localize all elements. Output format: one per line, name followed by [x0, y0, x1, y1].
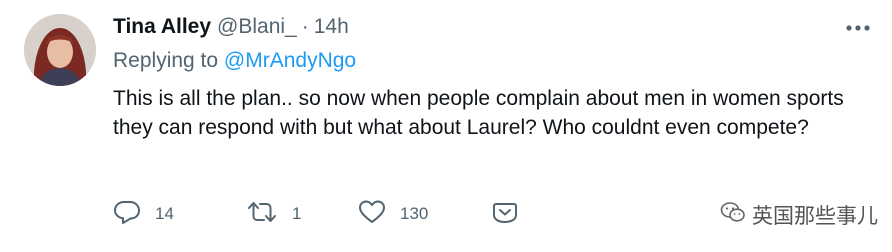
more-horizontal-icon[interactable] [844, 18, 872, 38]
timestamp[interactable]: 14h [314, 15, 349, 39]
wechat-icon [720, 200, 746, 230]
retweet-icon [246, 200, 278, 229]
watermark-text: 英国那些事儿 [752, 205, 878, 228]
author-handle[interactable]: @Blani_ [217, 15, 297, 39]
tweet-text: This is all the plan.. so now when peopl… [113, 87, 844, 139]
share-button[interactable] [491, 199, 519, 230]
replying-to-mention[interactable]: @MrAndyNgo [224, 49, 356, 72]
separator-dot: · [301, 15, 309, 38]
reply-count: 14 [155, 204, 174, 223]
replying-to-label: Replying to [113, 49, 219, 72]
reply-button[interactable]: 14 [113, 199, 246, 230]
retweet-button[interactable]: 1 [246, 200, 358, 229]
replying-to: Replying to @MrAndyNgo [113, 49, 356, 73]
author-name[interactable]: Tina Alley [113, 15, 211, 39]
like-count: 130 [400, 204, 429, 223]
like-button[interactable]: 130 [358, 199, 491, 230]
watermark: 英国那些事儿 [720, 200, 878, 230]
heart-icon [358, 199, 386, 230]
retweet-count: 1 [292, 204, 302, 223]
action-bar: 14 1 130 [113, 198, 519, 230]
reply-icon [113, 199, 141, 230]
avatar-image [24, 14, 96, 86]
share-icon [491, 199, 519, 230]
avatar[interactable] [24, 14, 96, 86]
tweet-header: Tina Alley @Blani_ · 14h [113, 12, 349, 42]
